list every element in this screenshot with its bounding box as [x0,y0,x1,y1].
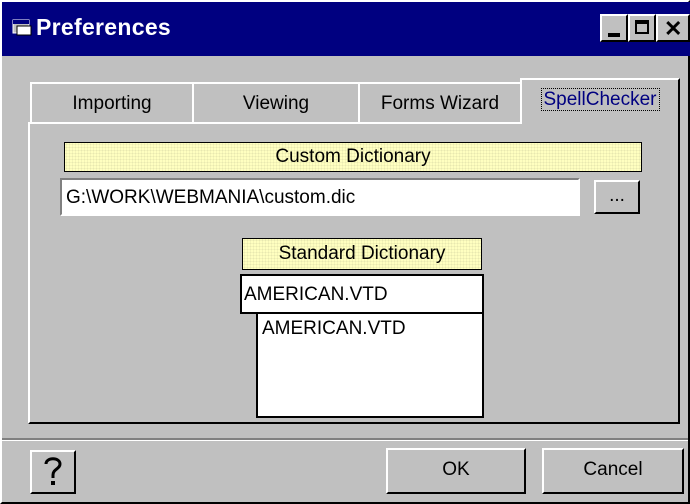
tab-label: Forms Wizard [380,93,500,114]
tab-spellchecker[interactable]: SpellChecker [520,78,680,124]
window-icon [12,19,32,36]
tab-label: Viewing [242,93,310,114]
window-title: Preferences [36,14,171,40]
standard-dictionary-label: Standard Dictionary [242,238,482,270]
close-icon: ✕ [664,16,683,41]
maximize-button[interactable] [628,14,656,42]
preferences-window: Preferences ✕ Importing Viewing Forms Wi… [0,0,690,504]
tab-label: Importing [72,93,152,114]
title-bar[interactable]: Preferences ✕ [2,2,690,56]
help-button[interactable]: ? [30,450,76,494]
standard-dictionary-list[interactable]: AMERICAN.VTD [256,312,484,418]
tab-label: SpellChecker [540,88,660,111]
ok-button[interactable]: OK [386,448,526,494]
help-question-icon [44,457,62,485]
close-button[interactable]: ✕ [656,14,690,42]
maximize-icon [635,20,649,34]
list-item[interactable]: AMERICAN.VTD [262,318,406,340]
ok-label: OK [442,459,470,480]
tab-viewing[interactable]: Viewing [192,82,360,124]
minimize-button[interactable] [600,14,628,42]
cancel-button[interactable]: Cancel [542,448,684,494]
browse-label: ... [609,185,625,206]
standard-dictionary-selected: AMERICAN.VTD [244,284,388,305]
custom-dictionary-label-text: Custom Dictionary [275,146,431,167]
custom-dictionary-path-value: G:\WORK\WEBMANIA\custom.dic [66,187,356,208]
custom-dictionary-path-field[interactable]: G:\WORK\WEBMANIA\custom.dic [60,178,580,216]
minimize-icon [608,33,620,37]
tab-importing[interactable]: Importing [30,82,194,124]
standard-dictionary-combo[interactable]: AMERICAN.VTD [240,274,484,314]
browse-button[interactable]: ... [594,180,640,214]
footer-separator [2,438,688,441]
standard-dictionary-label-text: Standard Dictionary [278,243,446,264]
tab-forms-wizard[interactable]: Forms Wizard [358,82,522,124]
cancel-label: Cancel [583,459,643,480]
custom-dictionary-label: Custom Dictionary [64,142,642,172]
